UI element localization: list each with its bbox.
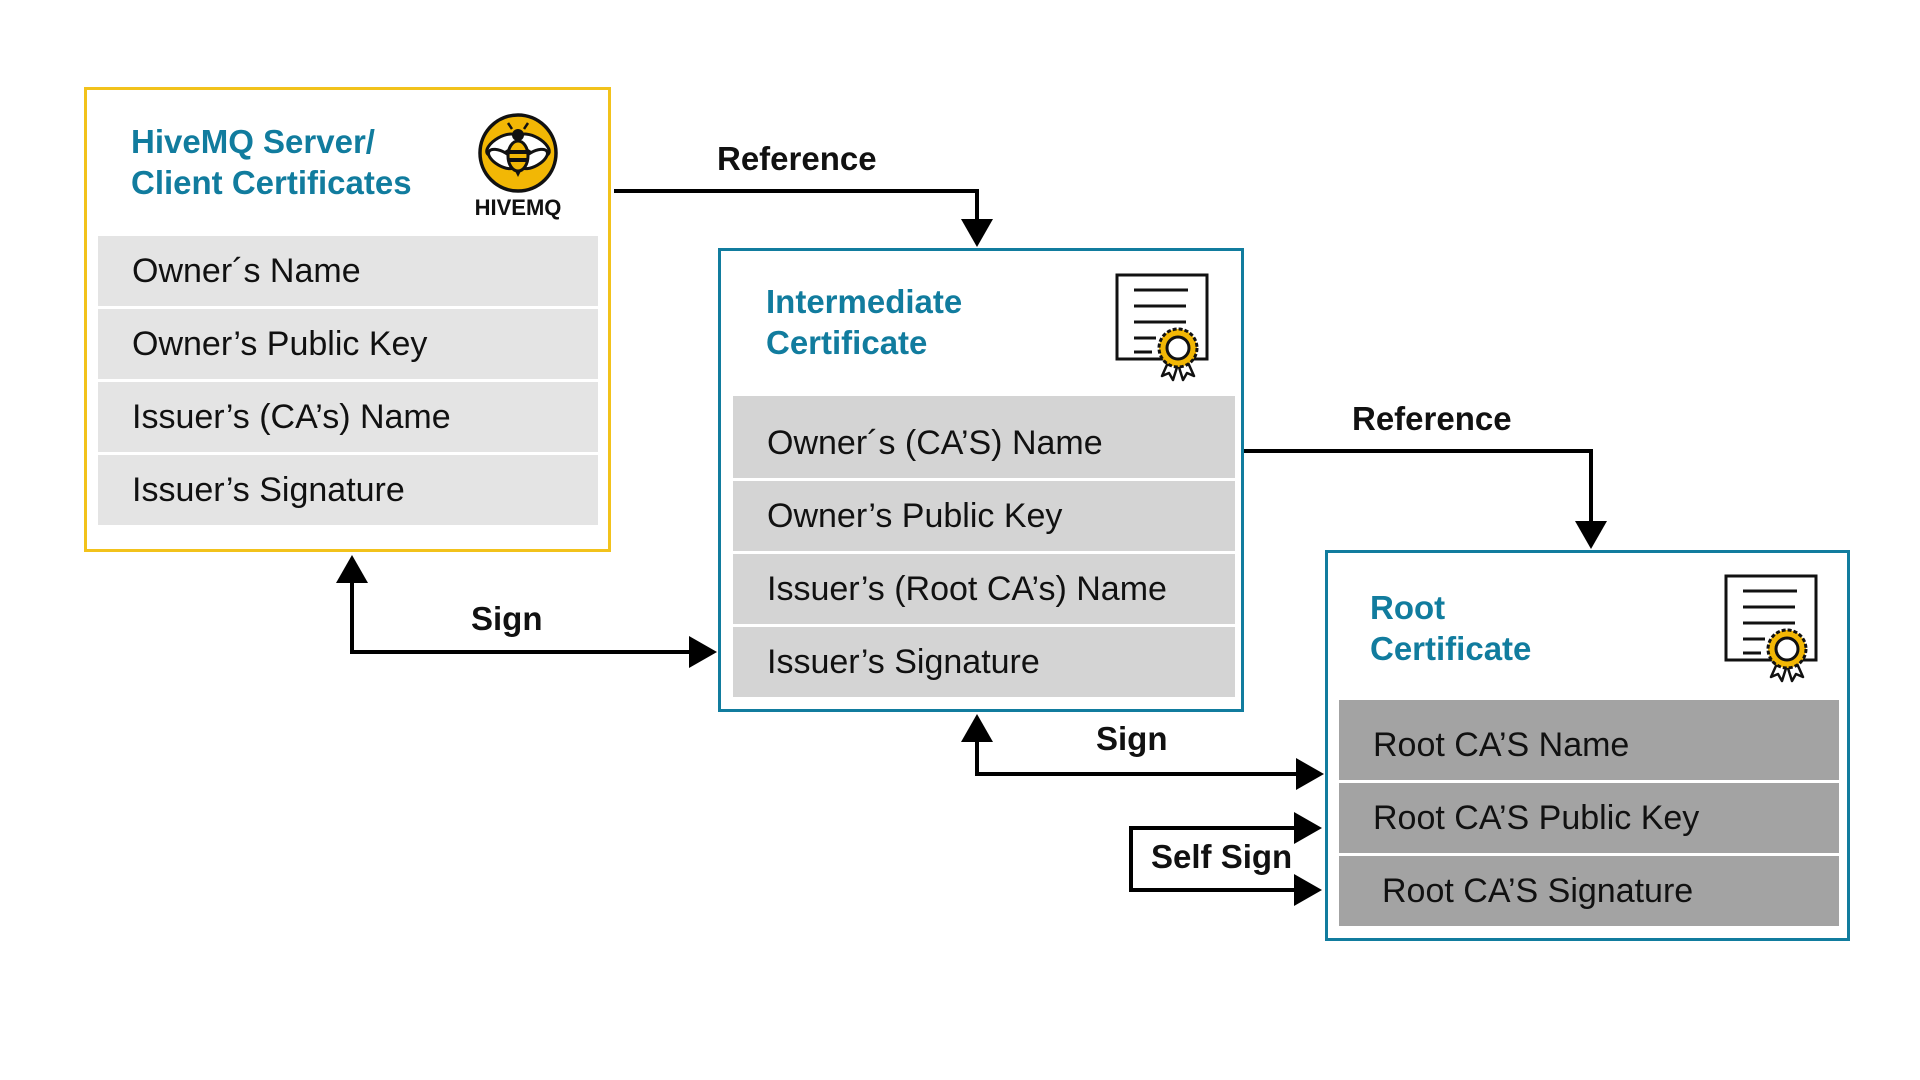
intermediate-certificate-box: Intermediate Certificate Owner´s (CA’S) … [718, 248, 1244, 712]
title-line: HiveMQ Server/ [131, 123, 375, 160]
title-line: Client Certificates [131, 164, 412, 201]
title-line: Certificate [766, 324, 928, 361]
reference-connector-1 [614, 189, 993, 247]
field-row: Owner’s Public Key [98, 309, 598, 379]
intermediate-box-title: Intermediate Certificate [766, 281, 962, 363]
hivemq-certificate-box: HiveMQ Server/ Client Certificates HIVEM… [84, 87, 611, 552]
hivemq-box-title: HiveMQ Server/ Client Certificates [131, 121, 412, 203]
field-row: Issuer’s Signature [733, 627, 1235, 697]
field-row: Root CA’S Public Key [1339, 783, 1839, 853]
root-fields: Root CA’S Name Root CA’S Public Key Root… [1339, 700, 1839, 926]
title-line: Intermediate [766, 283, 963, 320]
svg-text:HIVEMQ: HIVEMQ [475, 195, 562, 220]
intermediate-fields: Owner´s (CA’S) Name Owner’s Public Key I… [733, 396, 1235, 697]
field-row: Issuer’s Signature [98, 455, 598, 525]
field-row: Owner’s Public Key [733, 481, 1235, 551]
self-sign-label: Self Sign [1151, 838, 1293, 875]
title-line: Root [1370, 589, 1446, 626]
root-box-title: Root Certificate [1370, 587, 1531, 669]
field-row: Issuer’s (CA’s) Name [98, 382, 598, 452]
field-row: Root CA’S Name [1339, 700, 1839, 780]
title-line: Certificate [1370, 630, 1532, 667]
field-row: Root CA’S Signature [1339, 856, 1839, 926]
reference-connector-2 [1244, 449, 1607, 549]
certificate-icon [1115, 273, 1209, 382]
sign-label-2: Sign [1096, 720, 1168, 757]
root-certificate-box: Root Certificate Root CA’S Name Root CA’… [1325, 550, 1850, 941]
field-row: Owner´s (CA’S) Name [733, 396, 1235, 478]
reference-label-2: Reference [1352, 400, 1512, 437]
field-row: Owner´s Name [98, 236, 598, 306]
field-row: Issuer’s (Root CA’s) Name [733, 554, 1235, 624]
sign-label-1: Sign [471, 600, 543, 637]
reference-label-1: Reference [717, 140, 877, 177]
hivemq-logo-icon: HIVEMQ [475, 113, 562, 220]
hivemq-fields: Owner´s Name Owner’s Public Key Issuer’s… [98, 236, 598, 525]
certificate-icon [1724, 574, 1818, 683]
